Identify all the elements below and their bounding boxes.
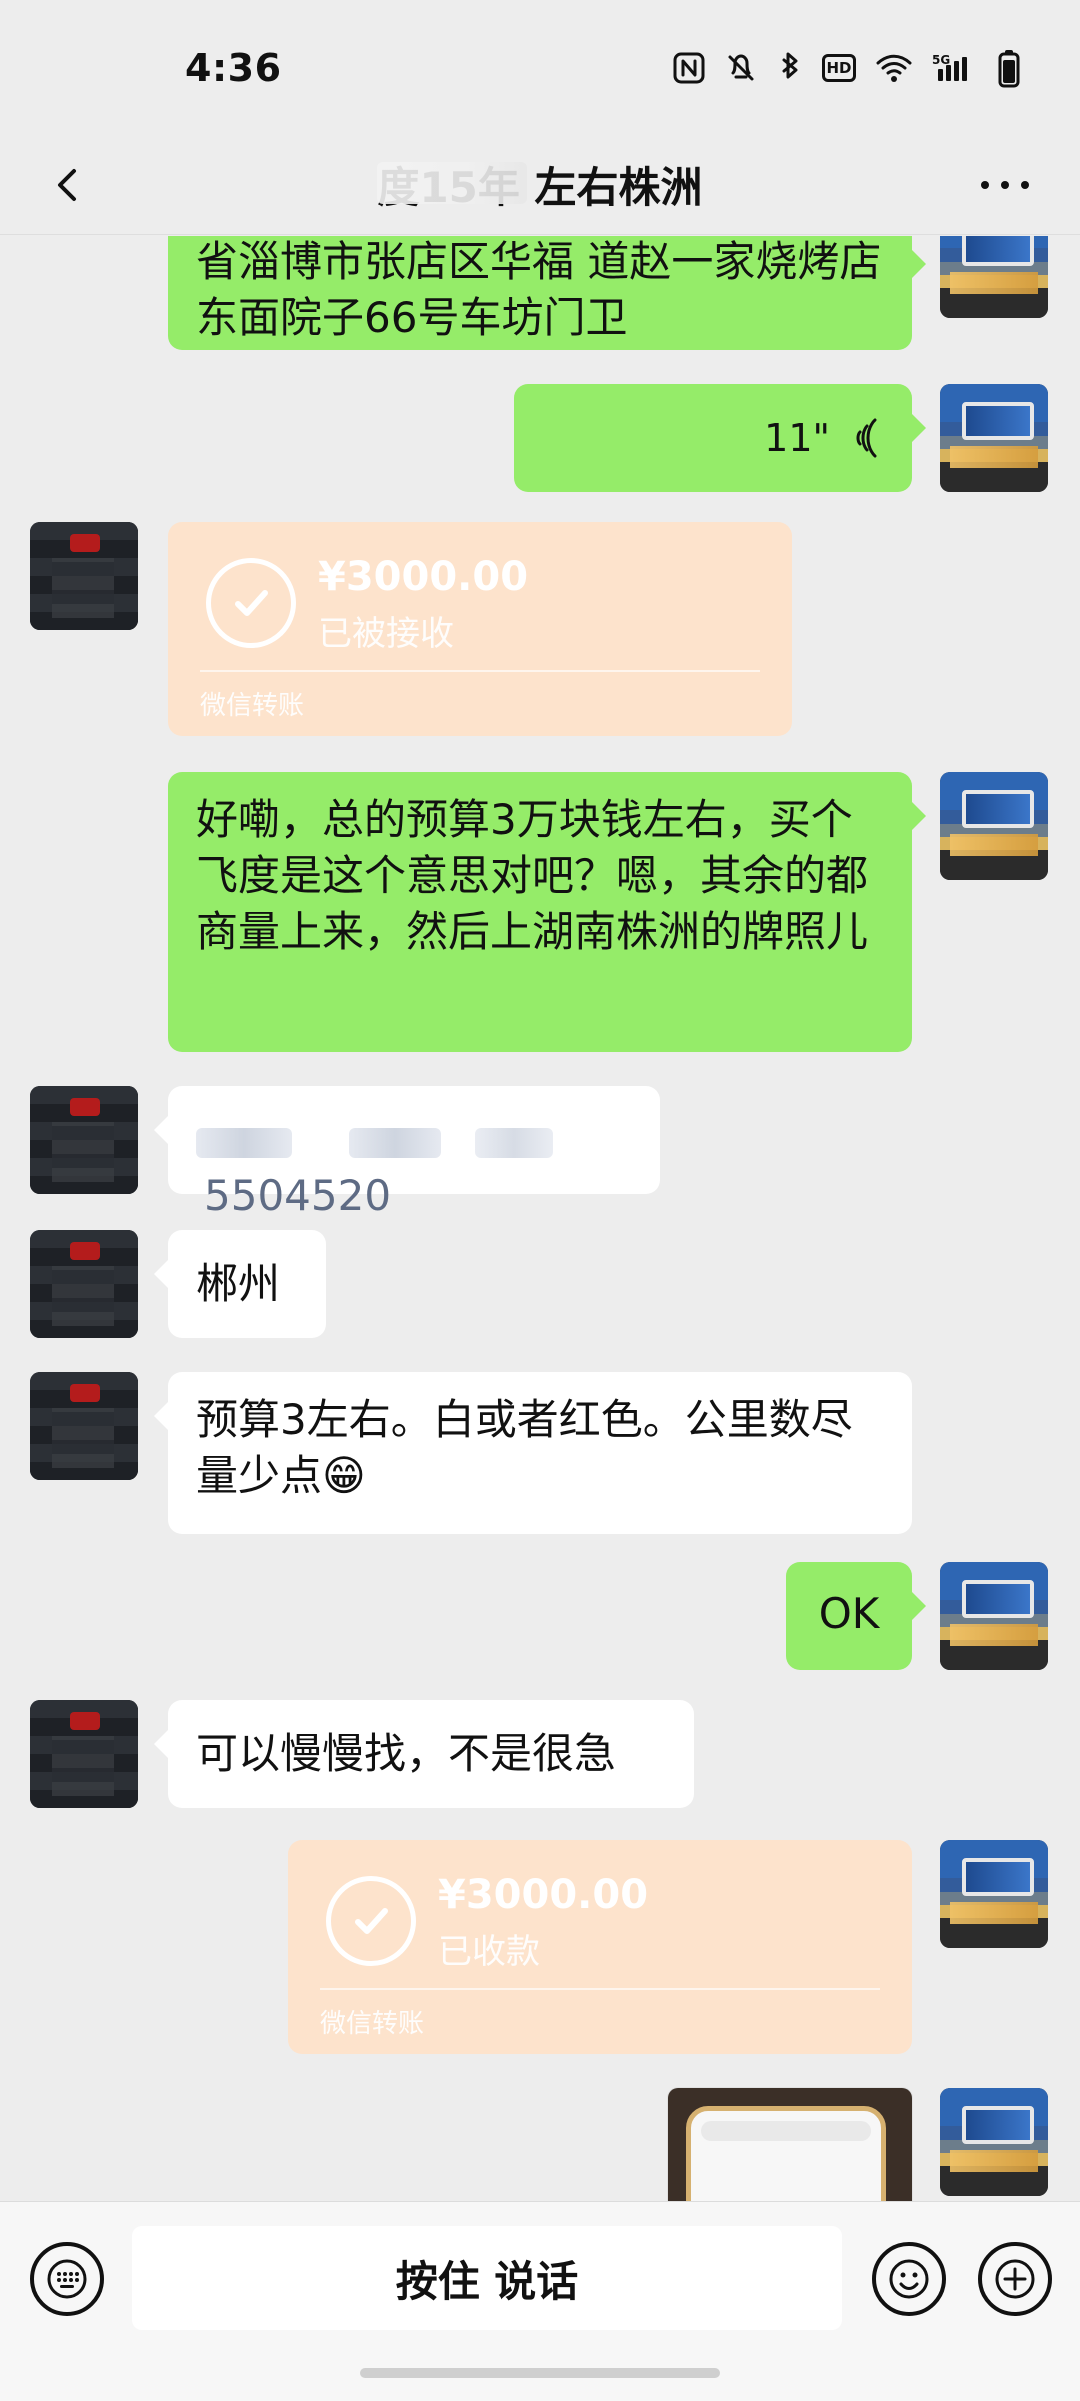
message-bubble[interactable]: 预算3左右。白或者红色。公里数尽量少点😁 [154,1372,912,1534]
transfer-divider [320,1988,880,1990]
avatar-self[interactable] [940,2088,1048,2196]
status-icons: HD 5G [672,48,1022,88]
title-redaction [377,162,528,204]
redaction [196,1127,292,1158]
add-button[interactable] [978,2242,1052,2316]
message-bubble[interactable]: 好嘞，总的预算3万块钱左右，买个飞度是这个意思对吧？嗯，其余的都商量上来，然后上… [168,772,926,1052]
more-dots-icon [981,181,1029,189]
hd-icon: HD [822,53,856,82]
phone-screenshot-thumbnail [686,2106,886,2201]
message-row: 好嘞，总的预算3万块钱左右，买个飞度是这个意思对吧？嗯，其余的都商量上来，然后上… [0,772,1080,1072]
transfer-divider [200,670,760,672]
avatar-self[interactable] [940,384,1048,492]
back-button[interactable] [40,157,96,213]
nfc-icon [672,51,706,85]
transfer-status: 已被接收 [318,614,454,654]
avatar-other[interactable] [30,1372,138,1480]
svg-text:5G: 5G [932,53,950,67]
transfer-card[interactable]: ¥3000.00 已收款 微信转账 [288,1840,912,2054]
transfer-amount: ¥3000.00 [318,554,529,600]
mute-icon [724,51,758,85]
message-row: 11" [0,384,1080,504]
message-row: 省淄博市张店区华福 道赵一家烧烤店东面院子66号车坊门卫 [0,236,1080,380]
avatar-self[interactable] [940,1840,1048,1948]
emoji-button[interactable] [872,2242,946,2316]
check-circle-icon [206,558,296,648]
message-bubble[interactable]: 省淄博市张店区华福 道赵一家烧烤店东面院子66号车坊门卫 [168,236,926,350]
message-row: 5504520 [0,1086,1080,1220]
avatar-other[interactable] [30,1230,138,1338]
emoji-icon [889,2259,929,2299]
hold-to-talk-label: 按住 说话 [395,2256,579,2306]
message-row: ¥3000.00 已被接收 微信转账 [0,522,1080,752]
message-bubble[interactable]: OK [786,1562,926,1670]
transfer-card[interactable]: ¥3000.00 已被接收 微信转账 [168,522,792,736]
redaction [474,1127,553,1158]
message-text: 预算3左右。白或者红色。公里数尽量少点😁 [196,1395,853,1500]
message-bubble[interactable]: 可以慢慢找，不是很急 [154,1700,694,1808]
message-text: 好嘞，总的预算3万块钱左右，买个飞度是这个意思对吧？嗯，其余的都商量上来，然后上… [196,795,869,956]
message-bubble[interactable]: 郴州 [154,1230,326,1338]
home-indicator [360,2368,720,2378]
message-row: 可以慢慢找，不是很急 [0,1700,1080,1820]
avatar-other[interactable] [30,1700,138,1808]
chat-thread[interactable]: 省淄博市张店区华福 道赵一家烧烤店东面院子66号车坊门卫 11" ¥3000.0… [0,236,1080,2201]
bluetooth-icon [776,51,804,85]
check-circle-icon [326,1876,416,1966]
message-text: 5504520 [204,1171,392,1220]
transfer-label: 微信转账 [200,691,305,721]
keyboard-button[interactable] [30,2242,104,2316]
voice-message[interactable]: 11" [514,384,926,492]
message-text: 郴州 [196,1259,281,1308]
message-row: 预算3左右。白或者红色。公里数尽量少点😁 [0,1372,1080,1542]
message-text: OK [818,1589,880,1638]
message-row: 郴州 [0,1230,1080,1350]
message-row: ¥3000.00 已收款 微信转账 [0,1840,1080,2070]
transfer-amount: ¥3000.00 [438,1872,649,1918]
chevron-left-icon [58,169,76,201]
wifi-icon [874,51,914,85]
message-text: 可以慢慢找，不是很急 [196,1729,617,1778]
image-message[interactable] [668,2088,912,2201]
avatar-self[interactable] [940,772,1048,880]
message-row [0,2088,1080,2201]
chat-header: 度15年 左右株洲 [0,135,1080,235]
avatar-other[interactable] [30,522,138,630]
message-row: OK [0,1562,1080,1682]
transfer-status: 已收款 [438,1932,540,1972]
status-bar: 4:36 HD 5G [0,0,1080,135]
avatar-other[interactable] [30,1086,138,1194]
battery-icon [996,48,1022,88]
keyboard-icon [47,2259,87,2299]
avatar-self[interactable] [940,1562,1048,1670]
chat-title: 度15年 左右株洲 [377,154,703,215]
redaction [349,1127,442,1158]
hold-to-talk-button[interactable]: 按住 说话 [132,2226,842,2330]
voice-wave-icon [856,418,877,458]
voice-duration: 11" [764,416,830,460]
message-bubble[interactable]: 5504520 [154,1086,660,1220]
5g-signal-icon: 5G [932,51,978,85]
more-button[interactable] [970,157,1040,213]
status-time: 4:36 [185,45,282,90]
plus-circle-icon [995,2259,1035,2299]
message-text: 省淄博市张店区华福 道赵一家烧烤店东面院子66号车坊门卫 [196,237,882,342]
transfer-label: 微信转账 [320,2009,425,2039]
avatar-self[interactable] [940,236,1048,318]
